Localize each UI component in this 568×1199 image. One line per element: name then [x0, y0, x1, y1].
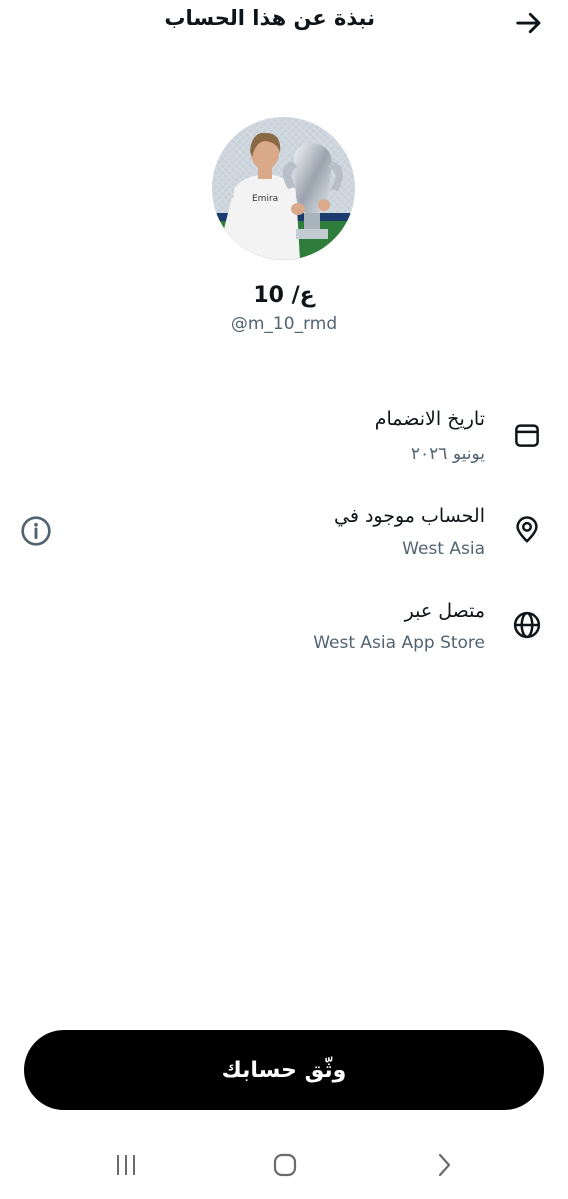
- header: نبذة عن هذا الحساب: [0, 0, 568, 48]
- nav-back-button[interactable]: [424, 1150, 464, 1180]
- joined-label: تاريخ الانضمام: [374, 408, 485, 430]
- display-name: ع/ 10: [253, 283, 315, 308]
- info-icon: [21, 516, 51, 546]
- info-row-joined: تاريخ الانضمام يونيو ٢٠٢٦: [0, 400, 568, 472]
- info-row-location: الحساب موجود في West Asia: [0, 497, 568, 569]
- connected-label: متصل عبر: [404, 600, 485, 622]
- location-pin-icon: [510, 513, 544, 547]
- recents-button[interactable]: [106, 1150, 146, 1180]
- arrow-right-icon: [516, 12, 541, 34]
- username-handle: @m_10_rmd: [230, 314, 338, 334]
- location-label: الحساب موجود في: [334, 505, 485, 527]
- calendar-icon: [510, 418, 544, 452]
- info-button[interactable]: [20, 515, 52, 547]
- recents-icon: [117, 1155, 135, 1175]
- back-button[interactable]: [512, 6, 546, 40]
- info-row-connected: متصل عبر West Asia App Store: [0, 592, 568, 664]
- home-icon: [273, 1153, 297, 1177]
- page-title: نبذة عن هذا الحساب: [164, 6, 375, 30]
- connected-value: West Asia App Store: [313, 633, 485, 653]
- avatar[interactable]: Emira: [212, 117, 355, 260]
- home-button[interactable]: [265, 1150, 305, 1180]
- system-navigation-bar: [0, 1140, 568, 1190]
- svg-text:Emira: Emira: [252, 194, 278, 204]
- verify-account-button[interactable]: وثّق حسابك: [24, 1030, 544, 1110]
- joined-value: يونيو ٢٠٢٦: [410, 444, 485, 464]
- globe-icon: [510, 608, 544, 642]
- nav-back-icon: [438, 1153, 451, 1177]
- location-value: West Asia: [402, 539, 485, 559]
- profile-photo: Emira: [212, 117, 355, 260]
